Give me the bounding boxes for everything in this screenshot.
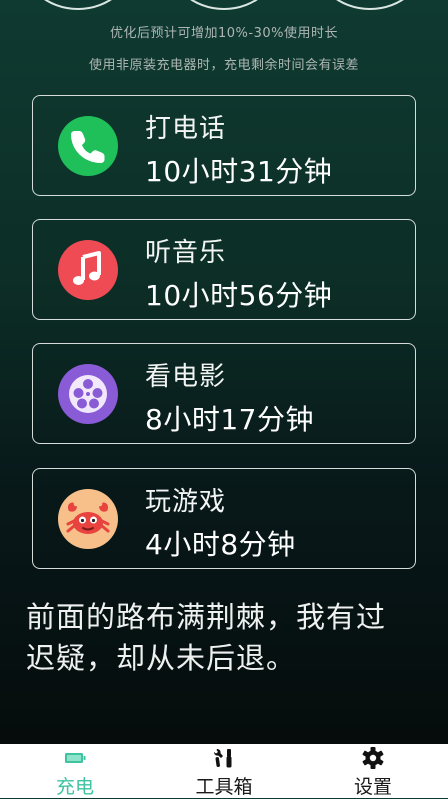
tab-toolbox[interactable]: 工具箱 [164,744,284,798]
motto-text: 前面的路布满荆棘，我有过迟疑，却从未后退。 [26,600,387,675]
usage-time: 10小时56分钟 [145,279,333,312]
usage-card-game[interactable]: 玩游戏 4小时8分钟 [32,468,416,569]
usage-title: 玩游戏 [145,487,227,517]
usage-title: 打电话 [145,114,227,144]
phone-icon [58,116,118,176]
charger-tip: 使用非原装充电器时，充电剩余时间会有误差 [88,58,359,73]
usage-card-music[interactable]: 听音乐 10小时56分钟 [32,219,416,320]
crab-game-icon [58,489,118,549]
gear-icon [362,747,384,769]
music-note-icon [58,240,118,300]
film-reel-icon [58,364,118,424]
bottom-tab-bar: 充电 工具箱 设置 [0,744,448,798]
usage-title: 听音乐 [145,238,227,268]
tab-label: 工具箱 [195,776,253,798]
tab-settings[interactable]: 设置 [313,744,433,798]
tab-charge[interactable]: 充电 [15,744,135,798]
optimize-tip: 优化后预计可增加10%-30%使用时长 [110,26,338,41]
usage-card-movie[interactable]: 看电影 8小时17分钟 [32,343,416,444]
usage-card-call[interactable]: 打电话 10小时31分钟 [32,95,416,196]
battery-icon [65,753,86,763]
usage-title: 看电影 [145,362,227,392]
tab-label: 充电 [55,776,94,798]
tab-label: 设置 [353,776,392,798]
tools-icon [214,749,232,768]
top-circle-right [312,0,428,10]
top-circle-left [20,0,136,10]
usage-time: 4小时8分钟 [145,528,296,561]
top-circle-center [166,0,282,10]
usage-time: 10小时31分钟 [145,155,333,188]
usage-time: 8小时17分钟 [145,403,314,436]
